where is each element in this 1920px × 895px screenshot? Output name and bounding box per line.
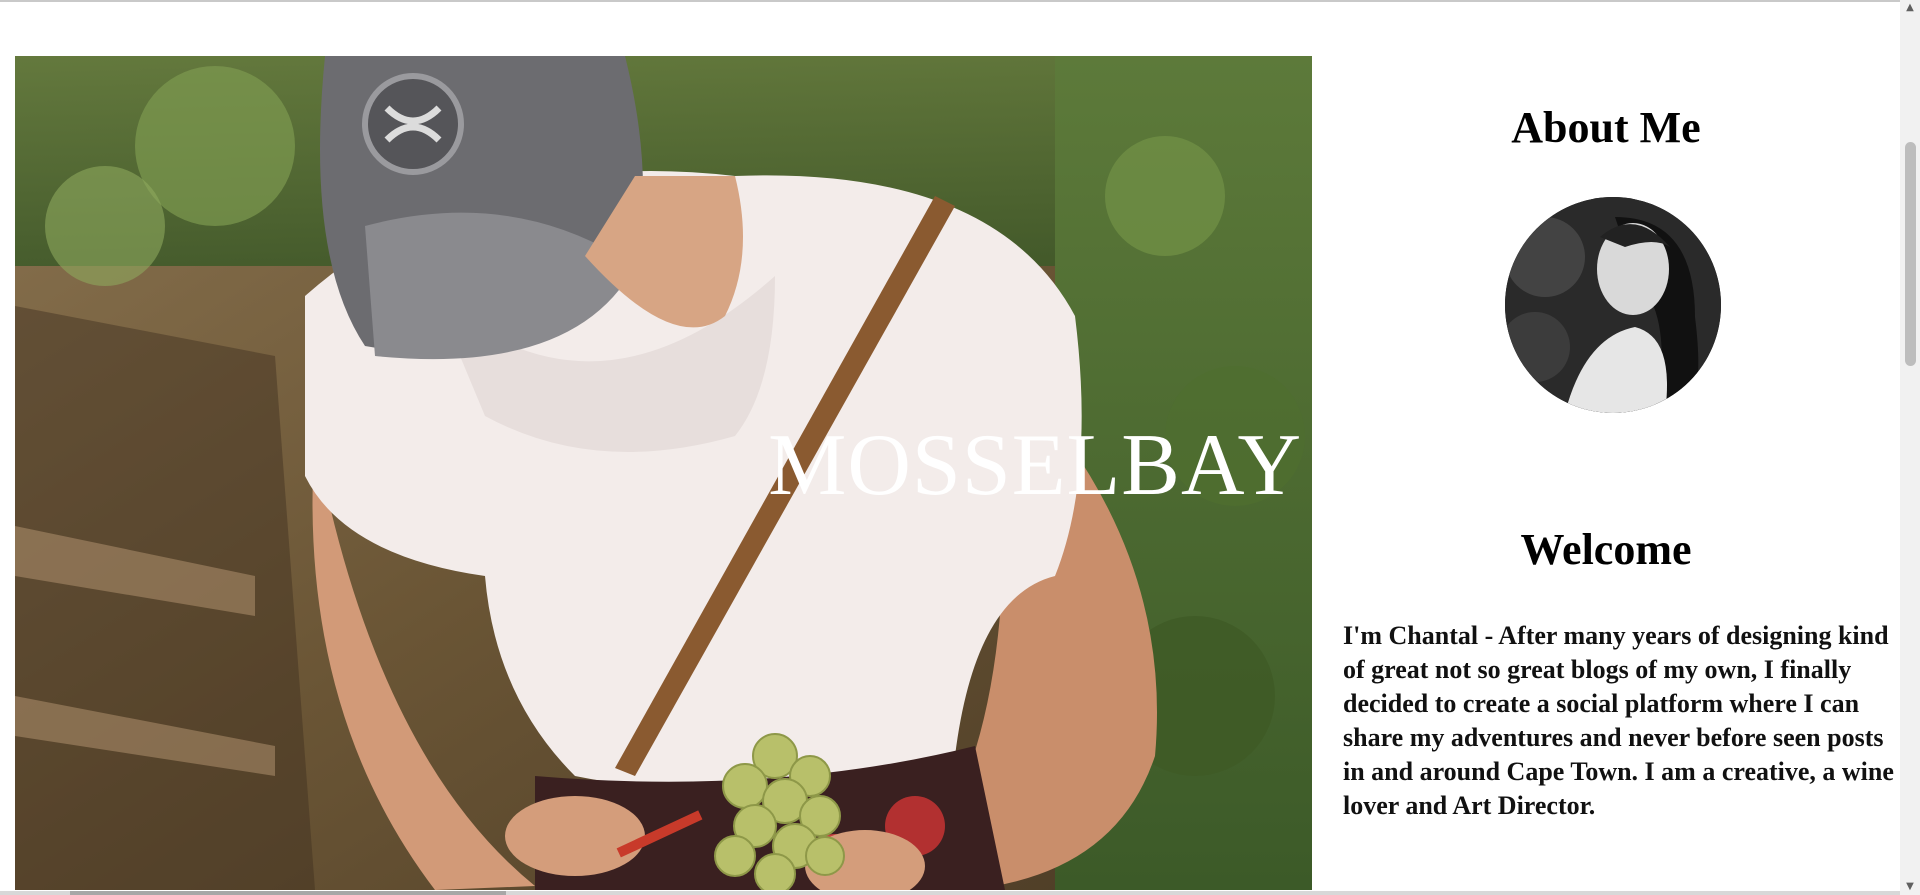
intro-text: I'm Chantal - After many years of design…	[1343, 621, 1894, 820]
scrollbar-thumb[interactable]	[1905, 142, 1916, 366]
about-sidebar: About Me Welcome I'm Chantal - After man…	[1312, 56, 1900, 890]
vertical-scrollbar[interactable]: ▲ ▼	[1900, 0, 1920, 895]
hero-image: MOSSELBAY	[15, 56, 1312, 890]
top-border	[0, 0, 1920, 2]
welcome-heading: Welcome	[1520, 525, 1692, 574]
hero-title: MOSSELBAY	[768, 417, 1302, 514]
triangle-down-icon[interactable]: ▼	[1900, 879, 1920, 895]
triangle-up-icon[interactable]: ▲	[1900, 0, 1920, 16]
avatar	[1505, 197, 1721, 413]
horizontal-scrollbar[interactable]	[0, 891, 1900, 895]
horizontal-scrollbar-thumb[interactable]	[70, 891, 506, 895]
profile-photo	[1505, 197, 1721, 413]
about-heading: About Me	[1511, 103, 1701, 152]
